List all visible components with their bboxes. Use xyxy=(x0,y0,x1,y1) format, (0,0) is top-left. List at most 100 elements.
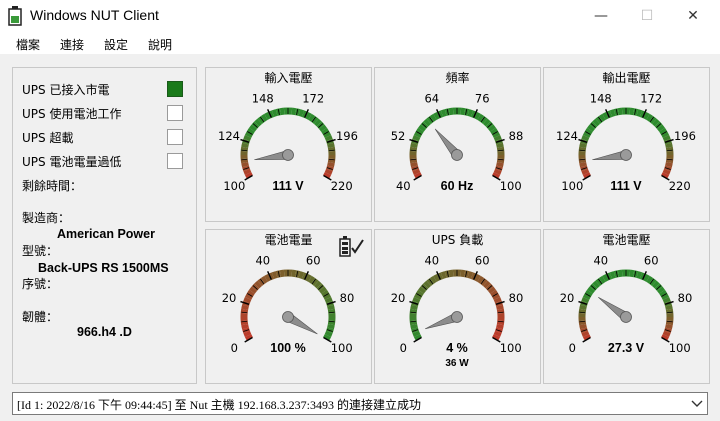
manufacturer-label: 製造商： xyxy=(22,211,71,225)
gauge-tick-label: 20 xyxy=(391,291,406,305)
status-log-dropdown[interactable]: [Id 1: 2022/8/16 下午 09:44:45] 至 Nut 主機 1… xyxy=(12,392,708,415)
gauge-tick-label: 220 xyxy=(669,179,691,193)
gauge-tick-label: 64 xyxy=(424,91,439,105)
gauge-dial: 0 20 40 60 80 100 27.3 V xyxy=(560,253,693,355)
gauge-arc-segment xyxy=(244,131,253,138)
gauge-arc-segment xyxy=(581,330,590,338)
gauge-needle-hub xyxy=(282,149,294,161)
gauge-arc-segment xyxy=(629,269,635,278)
gauge-arc-segment xyxy=(305,273,312,282)
menu-help[interactable]: 說明 xyxy=(148,36,172,53)
gauge-arc-segment xyxy=(413,293,422,300)
gauge-tick-label: 88 xyxy=(509,129,524,143)
gauge-arc-segment xyxy=(241,142,249,149)
gauge-needle-hub xyxy=(282,311,294,323)
gauge-ups-load: UPS 負載 0 20 40 60 80 100 4 % 36 W xyxy=(374,229,541,384)
gauge-arc-segment xyxy=(661,131,670,138)
gauge-arc-segment xyxy=(246,127,255,135)
gauge-output-voltage: 輸出電壓 100 124 148 172 196 220 111 V xyxy=(543,67,710,222)
menu-connect[interactable]: 連接 xyxy=(60,36,84,53)
gauge-tick-label: 100 xyxy=(561,179,583,193)
gauge-arc-segment xyxy=(657,286,665,294)
chevron-down-icon[interactable] xyxy=(691,397,703,409)
flag-on-battery-label: UPS 使用電池工作 xyxy=(22,107,122,121)
gauge-arc-segment xyxy=(321,127,330,135)
gauge-arc-segment xyxy=(323,131,332,138)
gauge-arc-segment xyxy=(243,296,252,304)
minimize-button[interactable]: — xyxy=(578,0,624,32)
gauge-tick-label: 172 xyxy=(640,91,662,105)
gauge-tick-label: 52 xyxy=(391,129,406,143)
gauge-arc-segment xyxy=(493,168,502,176)
gauge-arc-segment xyxy=(646,113,654,122)
gauge-arc-segment xyxy=(460,269,466,278)
gauge-arc-segment xyxy=(582,131,591,138)
gauge-tick-label: 100 xyxy=(223,179,245,193)
gauge-arc-segment xyxy=(291,269,297,278)
flag-on-battery-indicator xyxy=(167,105,183,121)
gauge-arc-segment xyxy=(579,142,587,149)
gauge-arc-segment xyxy=(319,124,327,132)
gauge-arc-segment xyxy=(308,113,316,122)
gauge-dial: 40 52 64 76 88 100 60 Hz xyxy=(391,91,524,193)
gauge-arc-segment xyxy=(474,273,481,282)
gauge-tick-label: 0 xyxy=(569,341,576,355)
gauge-arc-segment xyxy=(579,323,587,330)
gauge-arc-segment xyxy=(423,280,431,289)
gauge-arc-segment xyxy=(410,142,418,149)
model-label: 型號： xyxy=(22,244,59,258)
gauge-arc-segment xyxy=(271,109,278,117)
gauge-arc-segment xyxy=(305,111,312,120)
gauge-arc-segment xyxy=(609,109,616,117)
gauge-tick-label: 124 xyxy=(556,129,578,143)
menu-settings[interactable]: 設定 xyxy=(104,36,128,53)
firmware-value: 966.h4 .D xyxy=(77,325,132,339)
gauge-arc-segment xyxy=(433,273,440,282)
gauge-arc-segment xyxy=(249,286,257,294)
gauge-arc-segment xyxy=(602,111,609,120)
gauge-arc-segment xyxy=(609,271,616,279)
flag-overload-indicator xyxy=(167,129,183,145)
gauge-arc-segment xyxy=(271,271,278,279)
gauge-arc-segment xyxy=(587,286,595,294)
gauge-arc-segment xyxy=(665,323,673,330)
maximize-button[interactable]: ☐ xyxy=(624,0,670,32)
gauge-arc-segment xyxy=(662,134,671,142)
gauge-arc-segment xyxy=(496,161,504,168)
close-button[interactable]: ✕ xyxy=(670,0,716,32)
gauge-arc-segment xyxy=(291,107,297,116)
gauge-arc-segment xyxy=(488,124,496,132)
gauge-arc-segment xyxy=(490,127,499,135)
menu-file[interactable]: 檔案 xyxy=(16,36,40,53)
gauge-arc-segment xyxy=(496,304,504,311)
gauge-arc-segment xyxy=(587,124,595,132)
gauge-arc-segment xyxy=(584,289,593,297)
gauge-arc-segment xyxy=(423,118,431,127)
gauge-arc-segment xyxy=(582,293,591,300)
gauge-arc-segment xyxy=(602,273,609,282)
gauge-arc-segment xyxy=(467,271,474,279)
gauge-arc-segment xyxy=(429,275,437,284)
gauge-arc-segment xyxy=(581,296,590,304)
gauge-needle-hub xyxy=(451,311,463,323)
gauge-tick-label: 100 xyxy=(500,179,522,193)
gauge-sub-readout: 36 W xyxy=(445,358,469,369)
gauge-tick-label: 40 xyxy=(255,253,270,267)
gauge-arc-segment xyxy=(327,323,335,330)
gauge-arc-segment xyxy=(412,330,421,338)
flag-online-indicator xyxy=(167,81,183,97)
gauge-arc-segment xyxy=(584,127,593,135)
gauge-arc-segment xyxy=(661,293,670,300)
gauge-arc-segment xyxy=(643,111,650,120)
gauge-tick-label: 172 xyxy=(302,91,324,105)
title-bar: Windows NUT Client — ☐ ✕ xyxy=(0,0,720,32)
gauge-arc-segment xyxy=(260,275,268,284)
gauge-arc-segment xyxy=(412,296,421,304)
gauge-frequency: 頻率 40 52 64 76 88 100 60 Hz xyxy=(374,67,541,222)
gauge-arc-segment xyxy=(327,304,335,311)
flag-online-label: UPS 已接入市電 xyxy=(22,83,110,97)
gauge-arc-segment xyxy=(460,107,466,116)
gauge-arc-segment xyxy=(493,330,502,338)
gauge-arc-segment xyxy=(496,142,504,149)
runtime-label: 剩餘時間： xyxy=(22,179,83,193)
